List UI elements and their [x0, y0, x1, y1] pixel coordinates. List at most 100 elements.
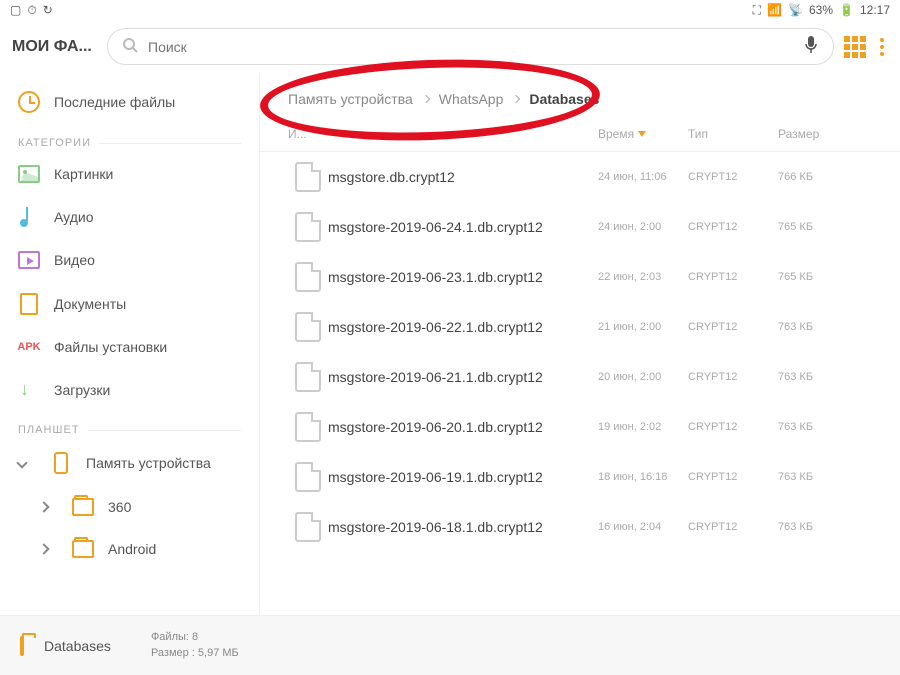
file-icon [288, 412, 328, 442]
file-size: 766 КБ [778, 171, 872, 183]
col-size[interactable]: Размер [778, 127, 872, 141]
top-bar: МОИ ФА... [0, 20, 900, 73]
mic-icon[interactable] [803, 35, 819, 58]
sidebar-images[interactable]: Картинки [0, 153, 259, 195]
sidebar-apk[interactable]: APK Файлы установки [0, 327, 259, 367]
search-icon [122, 37, 138, 56]
file-type: CRYPT12 [688, 271, 778, 283]
sidebar-tablet-header: ПЛАНШЕТ [0, 412, 259, 440]
file-name: msgstore-2019-06-18.1.db.crypt12 [328, 519, 598, 535]
chevron-down-icon [16, 457, 27, 468]
sidebar-audio[interactable]: Аудио [0, 195, 259, 239]
status-bar: ▢ ⏱ ↻ ⛶ 📶 📡 63% 🔋 12:17 [0, 0, 900, 20]
image-icon [18, 165, 40, 183]
sidebar-images-label: Картинки [54, 166, 113, 182]
folder-icon [72, 540, 94, 558]
file-icon [288, 462, 328, 492]
footer-file-count: Файлы: 8 [151, 630, 239, 645]
file-name: msgstore-2019-06-22.1.db.crypt12 [328, 319, 598, 335]
column-header: И... Время Тип Размер [260, 121, 900, 152]
breadcrumb-item[interactable]: WhatsApp [439, 91, 504, 107]
sidebar-documents[interactable]: Документы [0, 281, 259, 327]
chevron-right-icon [38, 501, 49, 512]
video-icon [18, 251, 40, 269]
file-name: msgstore-2019-06-24.1.db.crypt12 [328, 219, 598, 235]
file-name: msgstore-2019-06-21.1.db.crypt12 [328, 369, 598, 385]
chevron-right-icon [38, 543, 49, 554]
grid-view-icon[interactable] [844, 36, 866, 58]
sort-desc-icon [638, 131, 646, 137]
search-box[interactable] [107, 28, 834, 65]
sidebar-video-label: Видео [54, 252, 95, 268]
file-row[interactable]: msgstore-2019-06-19.1.db.crypt1218 июн, … [260, 452, 900, 502]
sidebar-folder-android-label: Android [108, 541, 156, 557]
file-row[interactable]: msgstore-2019-06-24.1.db.crypt1224 июн, … [260, 202, 900, 252]
breadcrumb-item[interactable]: Память устройства [288, 91, 413, 107]
phone-icon [50, 452, 72, 474]
signal-icon: 📡 [788, 3, 803, 17]
battery-text: 63% [809, 3, 833, 17]
file-row[interactable]: msgstore-2019-06-20.1.db.crypt1219 июн, … [260, 402, 900, 452]
nfc-icon: ⛶ [753, 3, 761, 18]
file-row[interactable]: msgstore-2019-06-22.1.db.crypt1221 июн, … [260, 302, 900, 352]
sidebar-audio-label: Аудио [54, 209, 94, 225]
file-row[interactable]: msgstore-2019-06-21.1.db.crypt1220 июн, … [260, 352, 900, 402]
file-row[interactable]: msgstore.db.crypt1224 июн, 11:06CRYPT127… [260, 152, 900, 202]
main-panel: Память устройства WhatsApp Databases И..… [260, 73, 900, 628]
file-type: CRYPT12 [688, 371, 778, 383]
clock-text: 12:17 [860, 3, 890, 17]
sidebar-documents-label: Документы [54, 296, 126, 312]
sidebar-recent[interactable]: Последние файлы [0, 79, 259, 125]
footer-size: Размер : 5,97 МБ [151, 646, 239, 661]
file-size: 763 КБ [778, 521, 872, 533]
file-time: 22 июн, 2:03 [598, 271, 688, 283]
sidebar-folder-android[interactable]: Android [0, 528, 259, 570]
sidebar-folder-360-label: 360 [108, 499, 131, 515]
download-icon [18, 379, 40, 400]
file-row[interactable]: msgstore-2019-06-18.1.db.crypt1216 июн, … [260, 502, 900, 552]
file-size: 763 КБ [778, 371, 872, 383]
file-type: CRYPT12 [688, 171, 778, 183]
file-row[interactable]: msgstore-2019-06-23.1.db.crypt1222 июн, … [260, 252, 900, 302]
col-type[interactable]: Тип [688, 127, 778, 141]
breadcrumb: Память устройства WhatsApp Databases [260, 73, 900, 121]
more-icon[interactable] [876, 34, 888, 60]
file-list: msgstore.db.crypt1224 июн, 11:06CRYPT127… [260, 152, 900, 628]
audio-icon [18, 207, 40, 227]
col-time[interactable]: Время [598, 127, 688, 141]
sync-icon: ↻ [43, 3, 53, 17]
sidebar-recent-label: Последние файлы [54, 94, 175, 110]
sidebar-downloads-label: Загрузки [54, 382, 110, 398]
file-time: 19 июн, 2:02 [598, 421, 688, 433]
file-type: CRYPT12 [688, 321, 778, 333]
app-title: МОИ ФА... [12, 38, 97, 56]
sidebar-device-storage-label: Память устройства [86, 455, 211, 471]
sidebar-device-storage[interactable]: Память устройства [0, 440, 259, 486]
col-name[interactable]: И... [288, 127, 598, 141]
search-input[interactable] [148, 39, 795, 55]
file-icon [288, 162, 328, 192]
file-time: 24 июн, 2:00 [598, 221, 688, 233]
file-time: 16 июн, 2:04 [598, 521, 688, 533]
file-size: 765 КБ [778, 271, 872, 283]
file-name: msgstore-2019-06-23.1.db.crypt12 [328, 269, 598, 285]
breadcrumb-current[interactable]: Databases [529, 91, 599, 107]
file-name: msgstore-2019-06-19.1.db.crypt12 [328, 469, 598, 485]
file-icon [288, 312, 328, 342]
file-time: 18 июн, 16:18 [598, 471, 688, 483]
file-name: msgstore.db.crypt12 [328, 169, 598, 185]
vibrate-icon: ▢ [10, 3, 21, 17]
file-size: 763 КБ [778, 421, 872, 433]
file-type: CRYPT12 [688, 521, 778, 533]
sidebar-folder-360[interactable]: 360 [0, 486, 259, 528]
file-time: 21 июн, 2:00 [598, 321, 688, 333]
footer-info: Файлы: 8 Размер : 5,97 МБ [151, 630, 239, 661]
file-icon [288, 362, 328, 392]
chevron-right-icon [512, 95, 520, 103]
sidebar-categories-header: КАТЕГОРИИ [0, 125, 259, 153]
sidebar-downloads[interactable]: Загрузки [0, 367, 259, 412]
sidebar-video[interactable]: Видео [0, 239, 259, 281]
file-size: 763 КБ [778, 471, 872, 483]
chevron-right-icon [422, 95, 430, 103]
file-size: 763 КБ [778, 321, 872, 333]
